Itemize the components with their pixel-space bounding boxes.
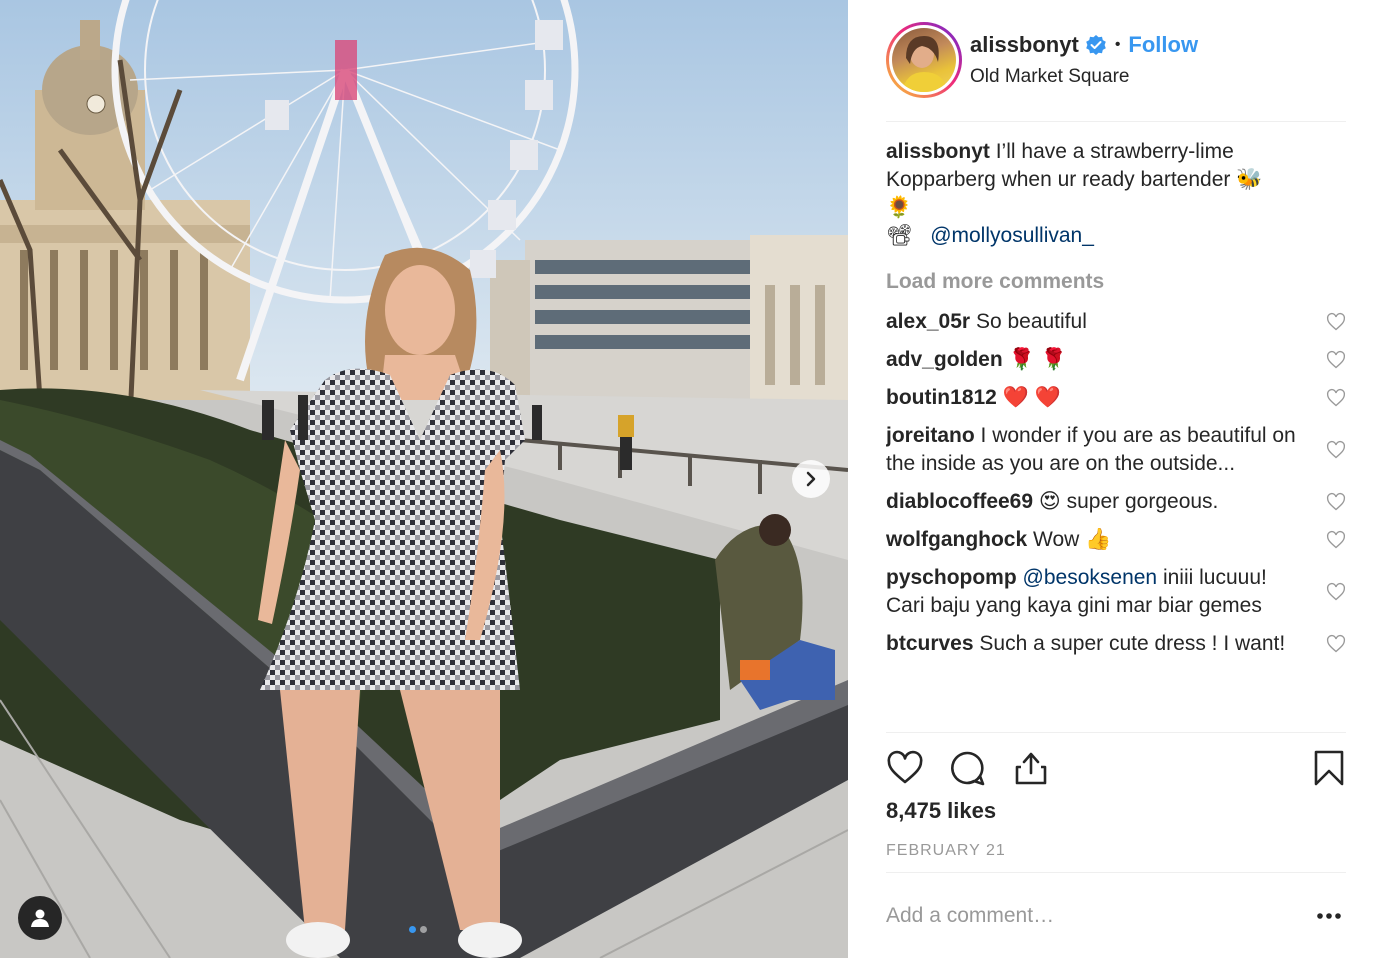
heart-icon[interactable] [1326, 634, 1346, 654]
comment-row: alex_05r So beautiful [886, 308, 1346, 336]
user-tags-button[interactable] [18, 896, 62, 940]
carousel-dot [420, 926, 427, 933]
carousel-dot-active [409, 926, 416, 933]
likes-count[interactable]: 8,475 likes [886, 798, 996, 824]
comment-mention[interactable]: @besoksenen [1023, 566, 1158, 589]
story-ring[interactable] [886, 22, 962, 98]
ellipsis-icon [1317, 913, 1341, 919]
follow-button[interactable]: Follow [1128, 32, 1198, 58]
comment-text: Such a super cute dress ! I want! [979, 632, 1286, 655]
heart-icon[interactable] [1326, 582, 1346, 602]
comment-text: 😍 super gorgeous. [1038, 490, 1219, 513]
comments-list[interactable]: alissbonyt I’ll have a strawberry-lime K… [886, 138, 1346, 730]
comment-username[interactable]: wolfganghock [886, 528, 1027, 551]
add-comment-section [886, 872, 1346, 958]
heart-icon[interactable] [1326, 440, 1346, 460]
comment-text: ❤️ ❤️ [1002, 386, 1061, 409]
bookmark-icon[interactable] [1310, 749, 1348, 787]
comment-row: diablocoffee69 😍 super gorgeous. [886, 488, 1346, 516]
comment-row: adv_golden 🌹 🌹 [886, 346, 1346, 374]
header-separator: • [1114, 36, 1121, 53]
photo-scene [0, 0, 848, 958]
comment-username[interactable]: alex_05r [886, 310, 970, 333]
post-header: alissbonyt • Follow Old Market Square [886, 22, 1346, 122]
post-date[interactable]: FEBRUARY 21 [886, 842, 1006, 860]
load-more-comments-button[interactable]: Load more comments [886, 268, 1346, 296]
heart-icon[interactable] [1326, 312, 1346, 332]
heart-icon[interactable] [1326, 530, 1346, 550]
user-tag-icon [31, 909, 49, 927]
chevron-right-icon [806, 471, 816, 487]
avatar [892, 28, 956, 92]
share-icon[interactable] [1012, 749, 1050, 787]
comment-text: So beautiful [975, 310, 1087, 333]
comment-text: Wow 👍 [1033, 528, 1112, 551]
heart-icon[interactable] [1326, 350, 1346, 370]
post-caption: alissbonyt I’ll have a strawberry-lime K… [886, 138, 1346, 250]
carousel-indicator [409, 926, 427, 933]
caption-emoji: 📽 [886, 224, 913, 247]
post-photo[interactable] [0, 0, 848, 958]
post-location[interactable]: Old Market Square [970, 66, 1129, 88]
caption-username[interactable]: alissbonyt [886, 140, 990, 163]
verified-badge-icon [1085, 34, 1107, 56]
comment-username[interactable]: boutin1812 [886, 386, 997, 409]
next-slide-button[interactable] [792, 460, 830, 498]
more-options-button[interactable] [1314, 903, 1344, 929]
comment-row: boutin1812 ❤️ ❤️ [886, 384, 1346, 412]
comment-row: wolfganghock Wow 👍 [886, 526, 1346, 554]
add-comment-input[interactable] [886, 901, 1286, 931]
comment-username[interactable]: btcurves [886, 632, 974, 655]
comment-bubble-icon[interactable] [948, 749, 986, 787]
comment-text: 🌹 🌹 [1008, 348, 1067, 371]
comment-row: joreitano I wonder if you are as beautif… [886, 422, 1346, 478]
post-author-username[interactable]: alissbonyt [970, 32, 1079, 58]
heart-icon[interactable] [1326, 388, 1346, 408]
heart-icon[interactable] [886, 749, 924, 787]
caption-mention[interactable]: @mollyosullivan_ [930, 224, 1094, 247]
post-sidebar: alissbonyt • Follow Old Market Square al… [848, 0, 1382, 958]
heart-icon[interactable] [1326, 492, 1346, 512]
comment-username[interactable]: pyschopomp [886, 566, 1017, 589]
comment-username[interactable]: diablocoffee69 [886, 490, 1033, 513]
comment-username[interactable]: joreitano [886, 424, 975, 447]
comment-username[interactable]: adv_golden [886, 348, 1003, 371]
comment-row: pyschopomp @besoksenen iniii lucuuu! Car… [886, 564, 1346, 620]
comment-row: btcurves Such a super cute dress ! I wan… [886, 630, 1346, 658]
post-actions-bar [886, 732, 1346, 802]
